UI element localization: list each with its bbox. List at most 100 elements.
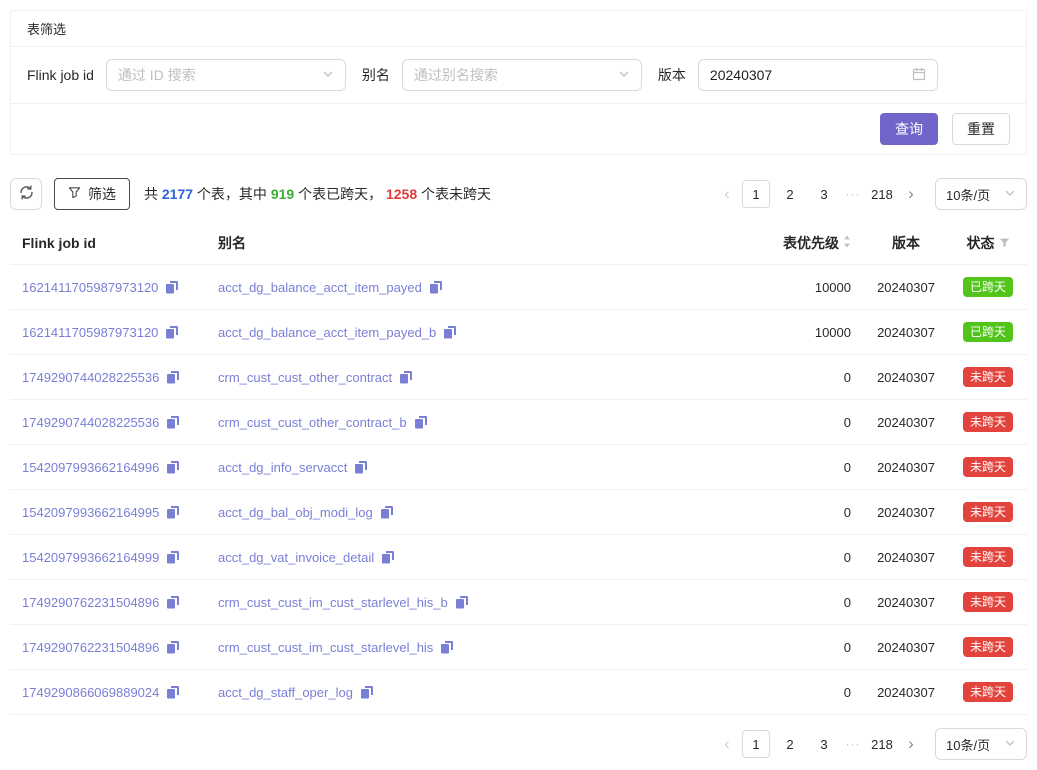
pagination-page-2[interactable]: 2 <box>776 180 804 208</box>
alias-link[interactable]: crm_cust_cust_other_contract <box>218 370 392 385</box>
flink-job-id-cell: 1621411705987973120 <box>22 325 218 340</box>
filter-panel-button[interactable]: 筛选 <box>54 178 130 210</box>
funnel-icon <box>68 186 81 202</box>
table-row: 1621411705987973120 acct_dg_balance_acct… <box>10 310 1027 355</box>
alias-link[interactable]: crm_cust_cust_im_cust_starlevel_his_b <box>218 595 448 610</box>
flink-job-id-link[interactable]: 1621411705987973120 <box>22 280 158 295</box>
status-badge: 未跨天 <box>963 592 1013 612</box>
copy-icon[interactable] <box>430 281 442 294</box>
copy-icon[interactable] <box>400 371 412 384</box>
copy-icon[interactable] <box>361 686 373 699</box>
copy-icon[interactable] <box>444 326 456 339</box>
pagination-page-last[interactable]: 218 <box>868 180 896 208</box>
status-badge: 未跨天 <box>963 682 1013 702</box>
table-toolbar: 筛选 共 2177 个表，其中 919 个表已跨天， 1258 个表未跨天 ‹ … <box>10 178 1027 210</box>
filter-icon[interactable] <box>999 235 1010 251</box>
priority-cell: 0 <box>653 415 851 430</box>
status-badge: 未跨天 <box>963 547 1013 567</box>
reset-button[interactable]: 重置 <box>952 113 1010 145</box>
flink-job-id-link[interactable]: 1542097993662164996 <box>22 460 159 475</box>
copy-icon[interactable] <box>167 506 179 519</box>
copy-icon[interactable] <box>166 281 178 294</box>
pagination-prev-icon[interactable]: ‹ <box>715 730 739 758</box>
copy-icon[interactable] <box>355 461 367 474</box>
pagination-page-3[interactable]: 3 <box>810 180 838 208</box>
alias-link[interactable]: acct_dg_staff_oper_log <box>218 685 353 700</box>
version-date-input[interactable]: 20240307 <box>698 59 938 91</box>
version-cell: 20240307 <box>851 415 961 430</box>
copy-icon[interactable] <box>167 371 179 384</box>
copy-icon[interactable] <box>167 596 179 609</box>
pagination-page-3[interactable]: 3 <box>810 730 838 758</box>
status-cell: 未跨天 <box>961 592 1015 612</box>
alias-link[interactable]: acct_dg_balance_acct_item_payed_b <box>218 325 436 340</box>
pagination-page-1[interactable]: 1 <box>742 730 770 758</box>
status-badge: 已跨天 <box>963 277 1013 297</box>
pagination-next-icon[interactable]: › <box>899 730 923 758</box>
alias-link[interactable]: acct_dg_vat_invoice_detail <box>218 550 374 565</box>
table-row: 1749290744028225536 crm_cust_cust_other_… <box>10 355 1027 400</box>
alias-label: 别名 <box>362 65 390 85</box>
copy-icon[interactable] <box>166 326 178 339</box>
page-size-select[interactable]: 10条/页 <box>935 178 1027 210</box>
flink-job-id-link[interactable]: 1542097993662164999 <box>22 550 159 565</box>
flink-job-id-link[interactable]: 1749290866069889024 <box>22 685 159 700</box>
table-summary: 共 2177 个表，其中 919 个表已跨天， 1258 个表未跨天 <box>144 184 491 204</box>
pagination-page-2[interactable]: 2 <box>776 730 804 758</box>
copy-icon[interactable] <box>167 641 179 654</box>
status-cell: 未跨天 <box>961 547 1015 567</box>
version-cell: 20240307 <box>851 325 961 340</box>
column-header-status[interactable]: 状态 <box>961 233 1015 253</box>
alias-select[interactable]: 通过别名搜索 <box>402 59 642 91</box>
query-button[interactable]: 查询 <box>880 113 938 145</box>
table-row: 1542097993662164999 acct_dg_vat_invoice_… <box>10 535 1027 580</box>
alias-link[interactable]: acct_dg_bal_obj_modi_log <box>218 505 373 520</box>
filter-panel-button-label: 筛选 <box>88 184 116 204</box>
page-size-value: 10条/页 <box>946 185 990 204</box>
calendar-icon <box>912 67 926 84</box>
chevron-down-icon <box>322 67 334 83</box>
version-cell: 20240307 <box>851 685 961 700</box>
refresh-button[interactable] <box>10 178 42 210</box>
copy-icon[interactable] <box>167 416 179 429</box>
alias-link[interactable]: crm_cust_cust_im_cust_starlevel_his <box>218 640 433 655</box>
flink-job-id-select[interactable]: 通过 ID 搜索 <box>106 59 346 91</box>
column-header-flink-job-id: Flink job id <box>22 235 218 251</box>
copy-icon[interactable] <box>167 686 179 699</box>
pagination-prev-icon[interactable]: ‹ <box>715 180 739 208</box>
flink-job-id-link[interactable]: 1621411705987973120 <box>22 325 158 340</box>
alias-cell: crm_cust_cust_other_contract <box>218 370 653 385</box>
copy-icon[interactable] <box>382 551 394 564</box>
flink-job-id-link[interactable]: 1749290744028225536 <box>22 415 159 430</box>
flink-job-id-link[interactable]: 1542097993662164995 <box>22 505 159 520</box>
copy-icon[interactable] <box>167 461 179 474</box>
chevron-down-icon <box>1004 737 1016 752</box>
pagination-page-last[interactable]: 218 <box>868 730 896 758</box>
sort-icon[interactable] <box>843 235 851 251</box>
copy-icon[interactable] <box>415 416 427 429</box>
summary-mid1: 个表，其中 <box>193 186 271 202</box>
copy-icon[interactable] <box>441 641 453 654</box>
priority-cell: 0 <box>653 595 851 610</box>
column-header-priority[interactable]: 表优先级 <box>653 233 851 253</box>
total-count: 2177 <box>162 186 193 202</box>
flink-job-id-cell: 1749290866069889024 <box>22 685 218 700</box>
flink-job-id-link[interactable]: 1749290762231504896 <box>22 640 159 655</box>
pagination-page-1[interactable]: 1 <box>742 180 770 208</box>
flink-job-id-cell: 1542097993662164996 <box>22 460 218 475</box>
column-header-alias: 别名 <box>218 233 653 253</box>
alias-link[interactable]: acct_dg_balance_acct_item_payed <box>218 280 422 295</box>
flink-job-id-link[interactable]: 1749290762231504896 <box>22 595 159 610</box>
alias-link[interactable]: crm_cust_cust_other_contract_b <box>218 415 407 430</box>
pagination-next-icon[interactable]: › <box>899 180 923 208</box>
copy-icon[interactable] <box>456 596 468 609</box>
version-value: 20240307 <box>710 67 772 83</box>
alias-link[interactable]: acct_dg_info_servacct <box>218 460 347 475</box>
copy-icon[interactable] <box>381 506 393 519</box>
filter-actions: 查询 重置 <box>11 104 1026 154</box>
page-size-select[interactable]: 10条/页 <box>935 728 1027 760</box>
flink-job-id-link[interactable]: 1749290744028225536 <box>22 370 159 385</box>
status-cell: 未跨天 <box>961 682 1015 702</box>
copy-icon[interactable] <box>167 551 179 564</box>
column-header-version: 版本 <box>851 233 961 253</box>
